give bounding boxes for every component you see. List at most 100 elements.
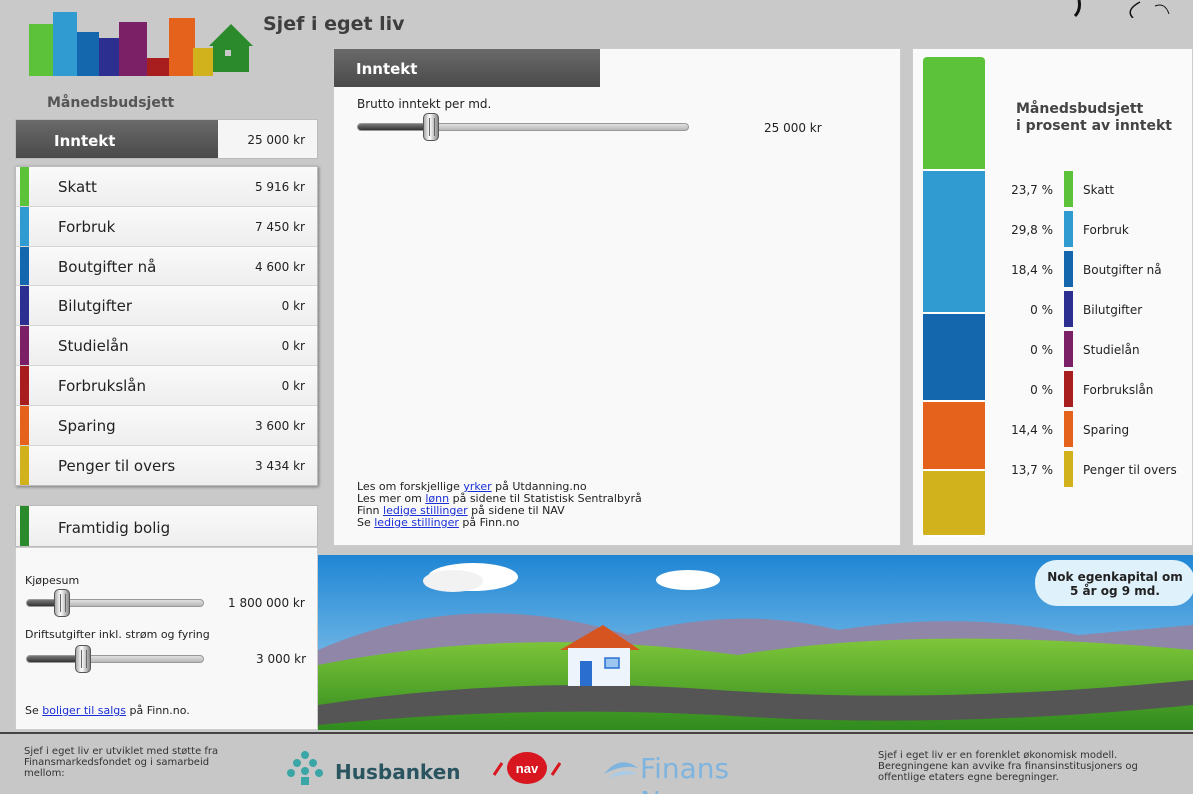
link-prefix: Se (25, 704, 43, 717)
legend-pct: 18,4 % (1011, 263, 1053, 277)
husbanken-emblem-icon (287, 751, 323, 785)
slider-thumb[interactable] (75, 645, 92, 673)
budget-item-amount: 4 600 kr (254, 259, 305, 274)
legend-label: Bilutgifter (1083, 303, 1143, 317)
chart-title-line1: Månedsbudsjett (1016, 101, 1144, 117)
chart-title: Månedsbudsjett i prosent av inntekt (1016, 101, 1172, 135)
legend-label: Boutgifter nå (1083, 263, 1162, 277)
budget-list: Skatt 5 916 kr Forbruk 7 450 kr Boutgift… (15, 166, 318, 487)
link-prefix: Se (357, 516, 375, 529)
finn-jobs-link[interactable]: ledige stillinger (374, 516, 459, 529)
running-costs-value: 3 000 kr (256, 652, 307, 666)
purchase-price-slider[interactable] (26, 589, 204, 617)
budget-item-bilutgifter[interactable]: Bilutgifter 0 kr (16, 286, 317, 327)
app-title: Sjef i eget liv (263, 13, 405, 35)
color-swatch (20, 506, 29, 546)
income-label: Inntekt (16, 120, 218, 158)
tab-income[interactable]: Inntekt (334, 49, 600, 87)
gross-income-value: 25 000 kr (764, 121, 822, 135)
legend-label: Forbrukslån (1083, 383, 1154, 397)
legend-row: 0 % Studielån (993, 331, 1193, 367)
budget-item-label: Sparing (58, 416, 116, 435)
finans-norge-label: Finans Norge (640, 752, 730, 794)
budget-item-label: Studielån (58, 337, 129, 356)
budget-item-amount: 0 kr (281, 339, 305, 354)
notice-line1: Nok egenkapital om (1047, 570, 1183, 584)
slider-thumb[interactable] (54, 589, 71, 617)
legend-label: Sparing (1083, 423, 1130, 437)
legend-row: 0 % Bilutgifter (993, 291, 1193, 327)
income-panel: Inntekt Brutto inntekt per md. 25 000 kr… (333, 48, 901, 546)
legend-swatch (1064, 331, 1073, 367)
color-swatch (20, 405, 29, 445)
legend-row: 23,7 % Skatt (993, 171, 1193, 207)
slider-thumb[interactable] (422, 113, 439, 141)
equity-notice: Nok egenkapital om 5 år og 9 md. (1035, 560, 1193, 606)
budget-item-label: Penger til overs (58, 456, 176, 475)
footer-support-text: Sjef i eget liv er utviklet med støtte f… (24, 746, 219, 779)
legend-swatch (1064, 411, 1073, 447)
budget-item-forbruk[interactable]: Forbruk 7 450 kr (16, 206, 317, 247)
legend-pct: 23,7 % (1011, 183, 1053, 197)
gross-income-label: Brutto inntekt per md. (357, 97, 492, 111)
stack-segment-skatt (923, 57, 985, 171)
legend-row: 29,8 % Forbruk (993, 211, 1193, 247)
budget-item-amount: 3 600 kr (254, 418, 305, 433)
running-costs-slider[interactable] (26, 645, 204, 673)
app-logo (29, 12, 253, 76)
legend-label: Studielån (1083, 343, 1140, 357)
notice-line2: 5 år og 9 md. (1070, 584, 1160, 598)
finans-norge-emblem-icon (604, 762, 638, 778)
budget-item-label: Forbruk (58, 217, 116, 236)
budget-item-sparing[interactable]: Sparing 3 600 kr (16, 405, 317, 446)
link-line: Se ledige stillinger på Finn.no (357, 517, 642, 529)
stack-segment-sparing (923, 402, 985, 472)
link-suffix: på Finn.no (458, 516, 520, 529)
budget-percent-chart: Månedsbudsjett i prosent av inntekt 23,7… (912, 48, 1193, 546)
legend-label: Penger til overs (1083, 463, 1177, 477)
legend-row: 0 % Forbrukslån (993, 371, 1193, 407)
budget-item-skatt[interactable]: Skatt 5 916 kr (16, 167, 317, 207)
future-home-tab[interactable]: Framtidig bolig (15, 505, 318, 547)
legend-pct: 13,7 % (1011, 463, 1053, 477)
budget-item-amount: 5 916 kr (254, 180, 305, 194)
legend-label: Forbruk (1083, 223, 1129, 237)
budget-item-boutgifter[interactable]: Boutgifter nå 4 600 kr (16, 246, 317, 287)
legend-swatch (1064, 451, 1073, 487)
legend-row: 13,7 % Penger til overs (993, 451, 1193, 487)
homes-for-sale-text: Se boliger til salgs på Finn.no. (25, 704, 190, 717)
budget-item-penger-til-overs[interactable]: Penger til overs 3 434 kr (16, 445, 317, 486)
legend-swatch (1064, 371, 1073, 407)
nav-logo[interactable]: nav (492, 751, 562, 785)
husbanken-logo[interactable]: Husbanken (285, 749, 461, 787)
nav-label: nav (516, 761, 539, 776)
budget-heading: Månedsbudsjett (47, 95, 175, 111)
budget-item-studielan[interactable]: Studielån 0 kr (16, 326, 317, 366)
home-settings-panel: Kjøpesum 1 800 000 kr Driftsutgifter ink… (15, 547, 318, 730)
stack-segment-forbruk (923, 170, 985, 314)
color-swatch (20, 246, 29, 286)
color-swatch (20, 206, 29, 246)
legend-swatch (1064, 171, 1073, 207)
color-swatch (20, 286, 29, 326)
footer: Sjef i eget liv er utviklet med støtte f… (0, 732, 1193, 794)
legend-pct: 0 % (1030, 343, 1053, 357)
stacked-bar (923, 57, 985, 537)
color-swatch (20, 326, 29, 365)
homes-for-sale-link[interactable]: boliger til salgs (42, 704, 126, 717)
budget-item-label: Bilutgifter (58, 297, 132, 316)
gross-income-slider[interactable] (357, 113, 689, 141)
finans-norge-logo[interactable]: Finans Norge (600, 748, 820, 794)
budget-item-label: Forbrukslån (58, 376, 147, 395)
chart-title-line2: i prosent av inntekt (1016, 118, 1172, 134)
legend-row: 14,4 % Sparing (993, 411, 1193, 447)
income-row[interactable]: Inntekt 25 000 kr (15, 119, 318, 159)
stack-segment-boutgifter (923, 313, 985, 403)
legend-label: Skatt (1083, 183, 1115, 197)
color-swatch (20, 167, 29, 206)
stack-segment-penger-til-overs (923, 471, 985, 537)
legend-pct: 0 % (1030, 383, 1053, 397)
purchase-price-label: Kjøpesum (25, 574, 80, 587)
color-swatch (20, 365, 29, 405)
budget-item-forbrukslan[interactable]: Forbrukslån 0 kr (16, 365, 317, 406)
